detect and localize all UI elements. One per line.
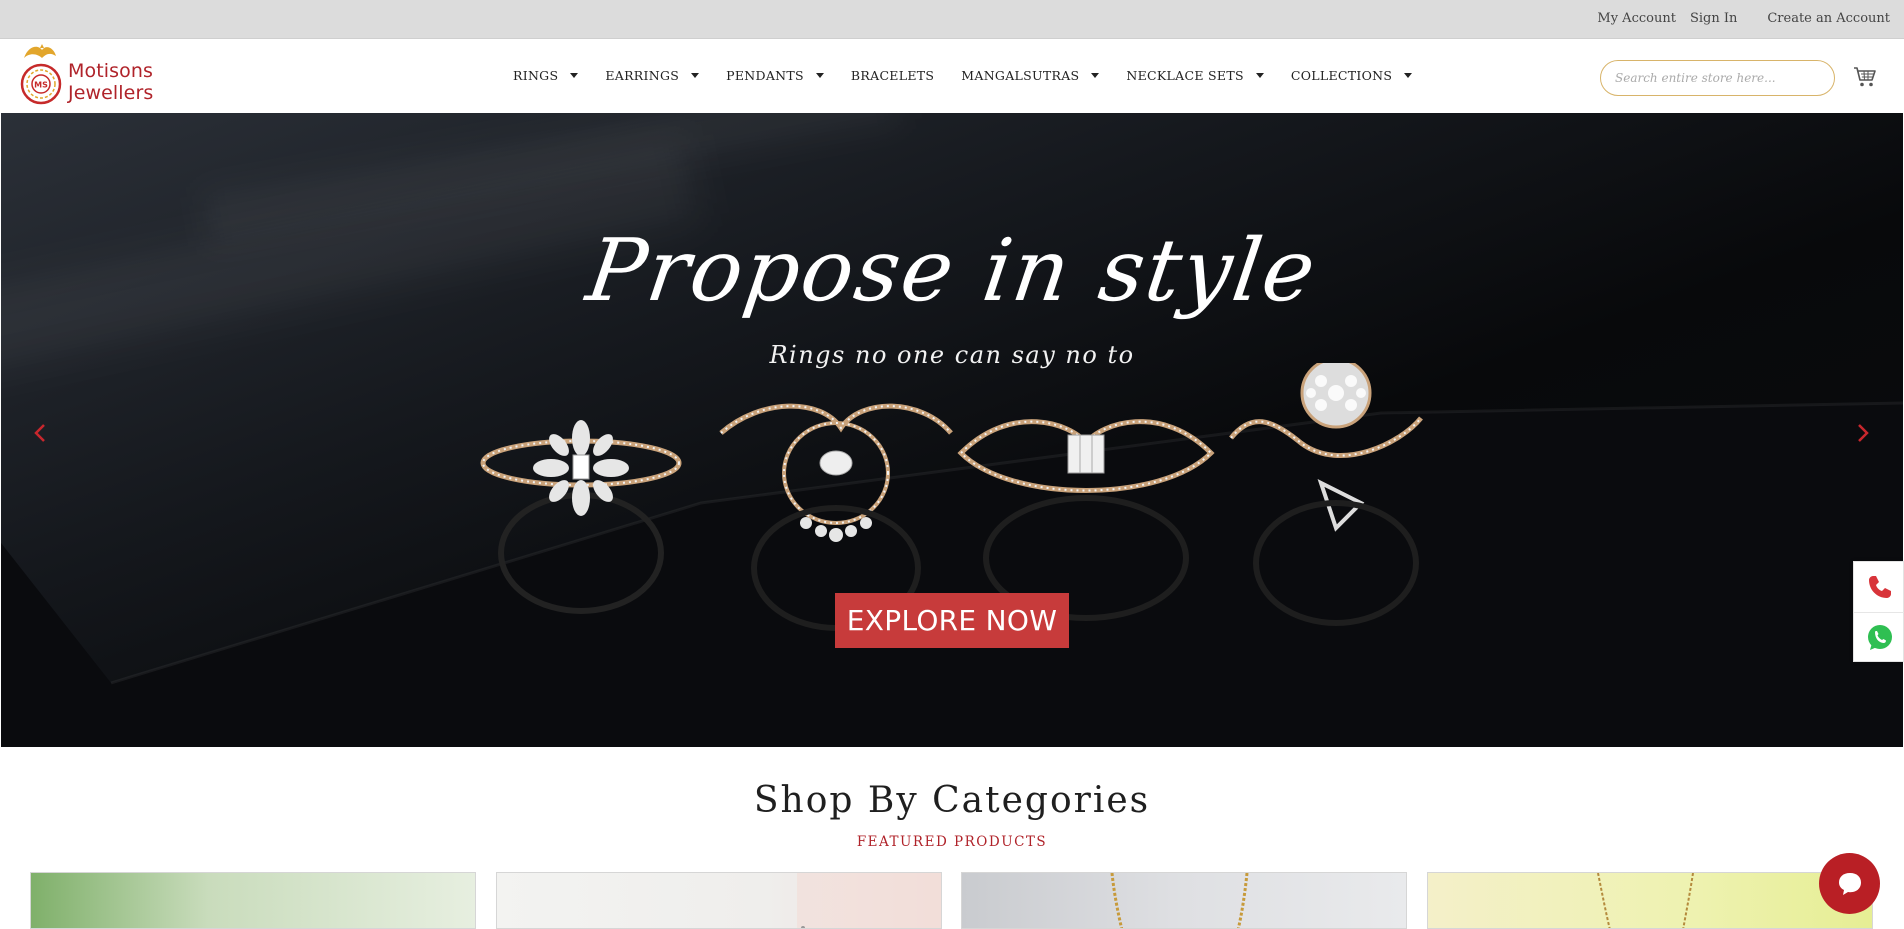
brand-logo[interactable]: MS Motisons Jewellers — [18, 43, 228, 107]
whatsapp-icon[interactable] — [1854, 612, 1904, 662]
caret-down-icon — [1255, 73, 1264, 78]
nav-label: MANGALSUTRAS — [961, 68, 1080, 83]
nav-label: RINGS — [513, 68, 559, 83]
category-card[interactable] — [1427, 872, 1873, 929]
nav-label: EARRINGS — [605, 68, 680, 83]
section-title: Shop By Categories — [753, 780, 1151, 821]
chevron-left-icon[interactable] — [27, 418, 53, 448]
ring-image — [1229, 363, 1423, 626]
caret-down-icon — [1404, 73, 1413, 78]
nav-item-collections[interactable]: COLLECTIONS — [1290, 68, 1413, 83]
sign-in-link[interactable]: Sign In — [1690, 11, 1737, 26]
caret-down-icon — [691, 73, 700, 78]
brand-name: Motisons Jewellers — [68, 60, 154, 104]
brand-emblem-icon: MS — [18, 44, 64, 106]
nav-label: NECKLACE SETS — [1126, 68, 1244, 83]
nav-item-pendants[interactable]: PENDANTS — [726, 68, 824, 83]
caret-down-icon — [1091, 73, 1100, 78]
caret-down-icon — [815, 73, 824, 78]
create-account-link[interactable]: Create an Account — [1767, 11, 1890, 26]
chat-icon[interactable] — [1819, 853, 1880, 914]
cart-icon[interactable] — [1853, 66, 1877, 88]
nav-item-rings[interactable]: RINGS — [513, 68, 579, 83]
category-card[interactable] — [496, 872, 942, 929]
category-grid — [30, 872, 1890, 929]
search-box — [1600, 60, 1835, 96]
section-subtitle: FEATURED PRODUCTS — [856, 834, 1048, 850]
nav-item-bracelets[interactable]: BRACELETS — [851, 68, 934, 83]
nav-item-necklace-sets[interactable]: NECKLACE SETS — [1126, 68, 1264, 83]
site-header: MS Motisons Jewellers RINGS EARRINGS PEN… — [0, 39, 1904, 112]
phone-icon[interactable] — [1854, 562, 1904, 612]
ring-image — [480, 420, 682, 614]
ring-image — [957, 419, 1215, 621]
search-input[interactable] — [1615, 71, 1815, 85]
my-account-link[interactable]: My Account — [1597, 11, 1676, 26]
nav-label: BRACELETS — [850, 68, 935, 83]
hero-title: Propose in style — [581, 221, 1323, 321]
top-utility-bar: My Account Sign In Create an Account — [0, 0, 1904, 39]
floating-contact-bar — [1853, 561, 1904, 662]
main-navigation: RINGS EARRINGS PENDANTS BRACELETS MANGAL… — [513, 39, 1439, 112]
category-card[interactable] — [961, 872, 1407, 929]
nav-label: COLLECTIONS — [1290, 68, 1393, 83]
category-card[interactable] — [30, 872, 476, 929]
hero-banner[interactable]: Propose in style Rings no one can say no… — [1, 113, 1903, 747]
account-links: My Account Sign In Create an Account — [1597, 11, 1890, 26]
chevron-right-icon[interactable] — [1850, 418, 1876, 448]
brand-monogram: MS — [34, 81, 48, 90]
caret-down-icon — [570, 73, 579, 78]
nav-item-mangalsutras[interactable]: MANGALSUTRAS — [961, 68, 1100, 83]
nav-label: PENDANTS — [726, 68, 804, 83]
nav-item-earrings[interactable]: EARRINGS — [605, 68, 700, 83]
explore-now-button[interactable]: EXPLORE NOW — [835, 593, 1069, 648]
